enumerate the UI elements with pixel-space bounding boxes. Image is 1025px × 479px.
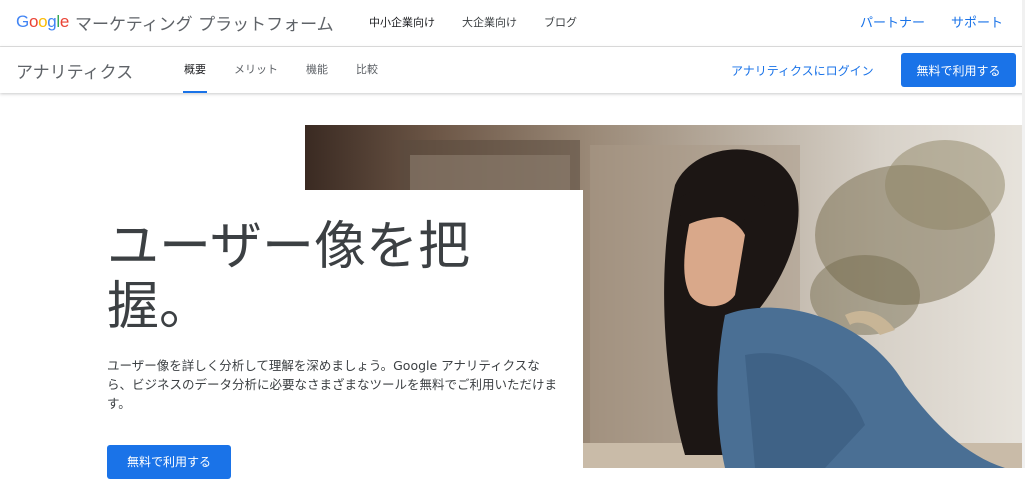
top-nav: 中小企業向け 大企業向け ブログ [369,14,604,30]
partners-link[interactable]: パートナー [860,12,925,31]
nav-blog[interactable]: ブログ [544,14,577,30]
hero-description: ユーザー像を詳しく分析して理解を深めましょう。Google アナリティクスなら、… [107,358,558,411]
brand-product-name: マーケティング プラットフォーム [75,14,334,35]
analytics-login-link[interactable]: アナリティクスにログイン [731,62,874,79]
google-logo: Google [16,12,70,31]
support-link[interactable]: サポート [951,12,1003,31]
brand-logo[interactable]: Google マーケティング プラットフォーム [16,10,334,35]
product-subnav: アナリティクス 概要 メリット 機能 比較 アナリティクスにログイン 無料で利用… [0,47,1025,93]
tab-features[interactable]: 機能 [305,47,329,93]
hero-title: ユーザー像を把握。 [107,217,470,337]
nav-enterprise[interactable]: 大企業向け [462,14,517,30]
product-tabs: 概要 メリット 機能 比較 [183,47,405,93]
hero-start-free-button[interactable]: 無料で利用する [107,445,231,479]
tab-compare[interactable]: 比較 [355,47,379,93]
product-title[interactable]: アナリティクス [16,58,133,83]
start-free-button[interactable]: 無料で利用する [901,53,1016,87]
top-header: Google マーケティング プラットフォーム 中小企業向け 大企業向け ブログ… [0,0,1025,47]
tab-benefits[interactable]: メリット [233,47,279,93]
top-right-links: パートナー サポート [834,12,1003,31]
tab-overview[interactable]: 概要 [183,47,207,93]
nav-small-business[interactable]: 中小企業向け [369,14,435,30]
hero-card: ユーザー像を把握。 ユーザー像を詳しく分析して理解を深めましょう。Google … [0,190,583,479]
